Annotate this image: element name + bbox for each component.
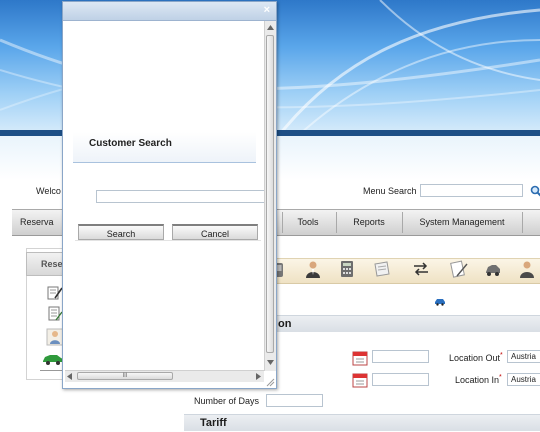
scroll-right-icon[interactable]: [255, 372, 262, 381]
nav-item-reports[interactable]: Reports: [340, 210, 398, 235]
side-panel-title: Rese: [41, 259, 63, 269]
customer-search-input[interactable]: [96, 190, 266, 203]
dialog-divider: [75, 240, 261, 241]
scroll-down-icon[interactable]: [266, 359, 275, 366]
dialog-header: Customer Search: [73, 132, 256, 163]
location-in-select[interactable]: Austria: [507, 373, 540, 386]
car-small-icon[interactable]: [434, 296, 446, 306]
side-panel-header: Rese: [26, 252, 64, 276]
nav-separator: [522, 212, 523, 233]
pickup-time-input[interactable]: [372, 350, 429, 363]
vertical-scroll-thumb[interactable]: [266, 35, 274, 353]
document-list-icon[interactable]: [47, 306, 63, 322]
dialog-title: Customer Search: [89, 138, 172, 149]
calculator-icon[interactable]: [340, 260, 354, 278]
horizontal-scroll-thumb[interactable]: III: [77, 372, 173, 380]
tariff-section-header: Tariff: [184, 414, 540, 431]
car-icon[interactable]: [42, 353, 64, 365]
calendar-icon[interactable]: [352, 372, 368, 388]
search-icon[interactable]: [530, 185, 540, 197]
resize-grip-icon[interactable]: [265, 377, 275, 387]
document-sign-icon[interactable]: [450, 260, 468, 278]
location-in-label: Location In*: [455, 374, 502, 385]
nav-separator: [336, 212, 337, 233]
location-out-select[interactable]: Austria: [507, 350, 540, 363]
dialog-titlebar[interactable]: ×: [63, 2, 276, 21]
nav-item-system-management[interactable]: System Management: [406, 210, 518, 235]
close-icon[interactable]: ×: [264, 4, 270, 16]
car-service-icon[interactable]: [484, 260, 502, 278]
search-button[interactable]: Search: [78, 224, 164, 240]
location-out-label: Location Out*: [449, 352, 503, 363]
calendar-icon[interactable]: [352, 350, 368, 366]
section-title: on: [278, 318, 292, 330]
vertical-scrollbar[interactable]: [264, 21, 276, 371]
tariff-title: Tariff: [200, 417, 227, 429]
number-of-days-label: Number of Days: [194, 396, 260, 406]
horizontal-scrollbar[interactable]: III: [65, 370, 264, 382]
return-time-input[interactable]: [372, 373, 429, 386]
nav-item-tools[interactable]: Tools: [286, 210, 330, 235]
menu-search-input[interactable]: [420, 184, 523, 197]
transfer-arrows-icon[interactable]: [412, 262, 430, 276]
scroll-left-icon[interactable]: [66, 372, 73, 381]
nav-separator: [282, 212, 283, 233]
welcome-text: Welco: [36, 186, 61, 196]
person-dark-icon[interactable]: [518, 260, 536, 278]
scroll-up-icon[interactable]: [266, 24, 275, 31]
customer-search-dialog: × Customer Search Search Cancel III: [62, 1, 277, 389]
nav-separator: [402, 212, 403, 233]
person-icon[interactable]: [304, 260, 322, 278]
menu-search-label: Menu Search: [363, 186, 417, 196]
reservation-section-header: on: [270, 315, 540, 332]
note-icon[interactable]: [373, 261, 391, 277]
side-divider: [40, 370, 62, 371]
document-edit-icon[interactable]: [47, 285, 63, 301]
number-of-days-input[interactable]: [266, 394, 323, 407]
cancel-button[interactable]: Cancel: [172, 224, 258, 240]
